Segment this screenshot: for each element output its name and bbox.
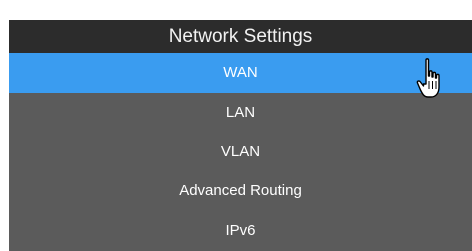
menu-item-ipv6[interactable]: IPv6 <box>9 211 472 250</box>
menu-item-lan[interactable]: LAN <box>9 93 472 132</box>
menu-item-vlan[interactable]: VLAN <box>9 132 472 171</box>
menu-title: Network Settings <box>9 20 472 53</box>
menu-item-advanced-routing[interactable]: Advanced Routing <box>9 171 472 210</box>
menu-list: WAN LAN VLAN Advanced Routing IPv6 <box>9 53 472 251</box>
menu-item-wan[interactable]: WAN <box>9 53 472 93</box>
network-settings-menu: Network Settings WAN LAN VLAN Advanced R… <box>0 0 472 251</box>
